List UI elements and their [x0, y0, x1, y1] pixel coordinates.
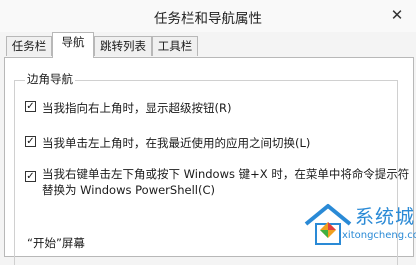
option-charms-label: 当我指向右上角时，显示超级按钮(R) [42, 101, 232, 115]
window-title: 任务栏和导航属性 [154, 11, 262, 27]
corner-nav-title: 边角导航 [25, 71, 75, 87]
watermark-logo: 系统城 xitongcheng.com [300, 200, 416, 251]
tab-jumplists[interactable]: 跳转列表 [94, 36, 152, 56]
start-screen-title: “开始”屏幕 [25, 235, 87, 251]
close-icon: ✕ [390, 6, 404, 24]
tab-bar: 任务栏 导航 跳转列表 工具栏 [4, 32, 414, 58]
checkbox-powershell[interactable]: ✓ [25, 171, 36, 182]
tab-toolbars[interactable]: 工具栏 [152, 36, 198, 56]
watermark-text: 系统城 [355, 206, 416, 228]
title-bar: 任务栏和导航属性 ✕ [0, 0, 416, 32]
checkbox-charms[interactable]: ✓ [25, 101, 36, 112]
option-switch-apps-label: 当我单击左上角时，在我最近使用的应用之间切换(L) [42, 136, 311, 150]
option-powershell-label-line1: 当我右键单击左下角或按下 Windows 键+X 时，在菜单中将命令提示符 [42, 167, 410, 181]
option-powershell-label-line2: 替换为 Windows PowerShell(C) [42, 183, 215, 197]
close-button[interactable]: ✕ [386, 5, 408, 25]
checkbox-switch-apps[interactable]: ✓ [25, 136, 36, 147]
tab-navigation[interactable]: 导航 [52, 32, 94, 58]
tab-taskbar[interactable]: 任务栏 [6, 36, 52, 56]
house-logo-icon [304, 204, 352, 245]
watermark-url: xitongcheng.com [342, 230, 416, 241]
